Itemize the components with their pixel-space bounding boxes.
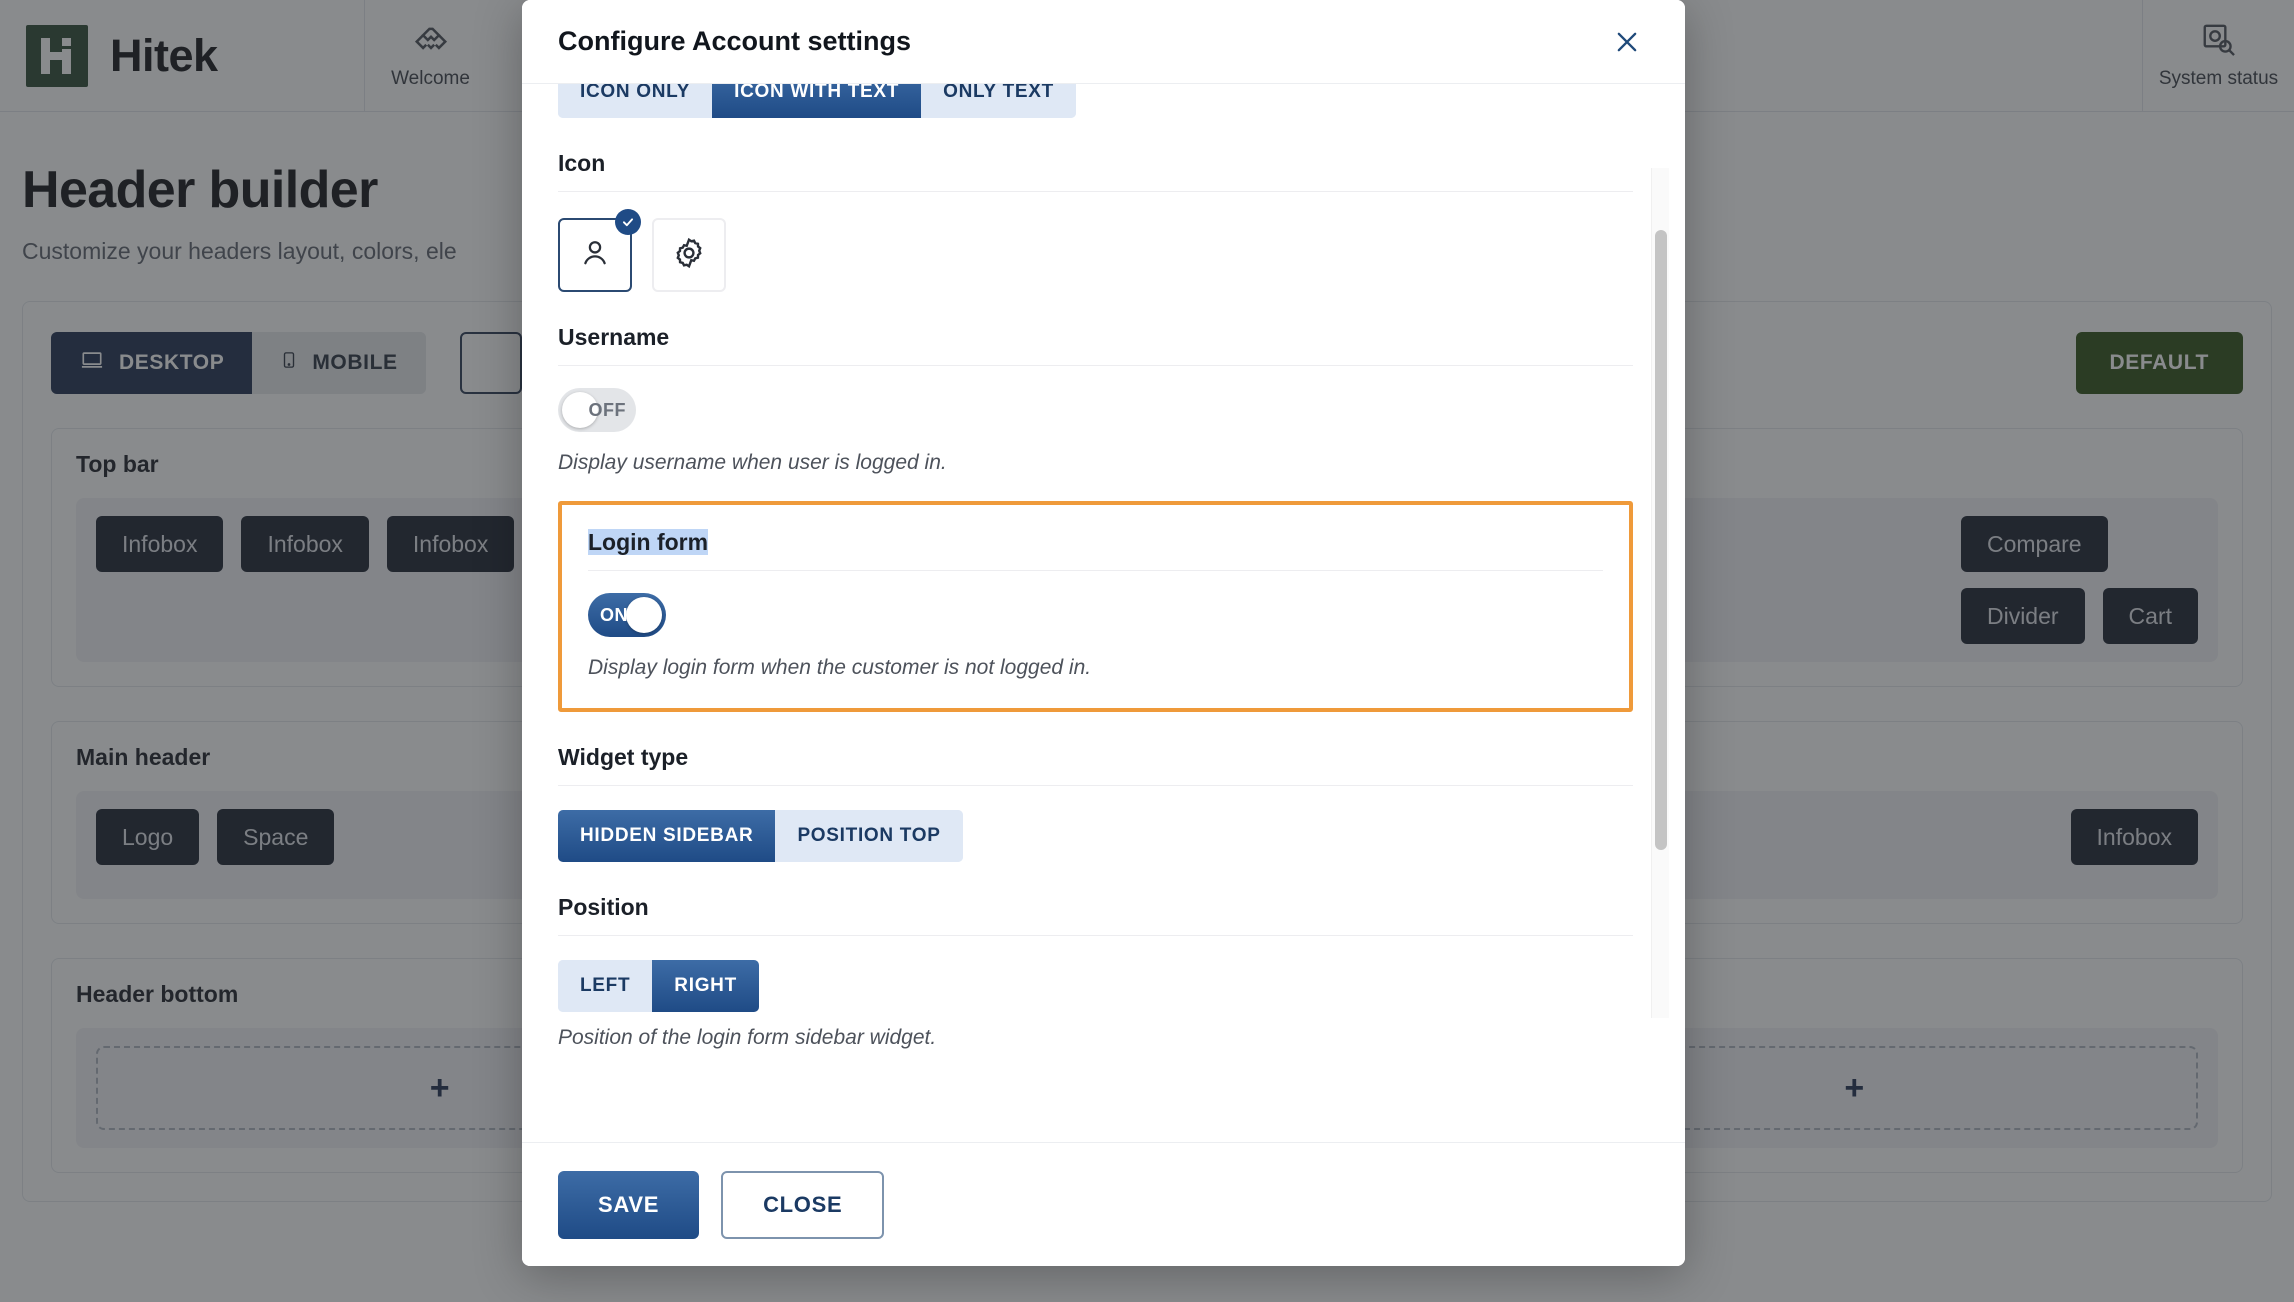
- option-icon-only[interactable]: ICON ONLY: [558, 84, 713, 118]
- user-icon: [578, 236, 612, 275]
- field-help: Position of the login form sidebar widge…: [558, 1026, 937, 1049]
- modal-title: Configure Account settings: [558, 26, 912, 56]
- position-options: LEFT RIGHT: [558, 960, 1633, 1012]
- field-divider: [588, 570, 1603, 571]
- field-position: Position LEFT RIGHT Position of the logi…: [558, 894, 1633, 1050]
- widget-type-options: HIDDEN SIDEBAR POSITION TOP: [558, 810, 1633, 862]
- modal-scrollbar[interactable]: [1651, 168, 1669, 1018]
- option-left[interactable]: LEFT: [558, 960, 653, 1012]
- option-position-top[interactable]: POSITION TOP: [775, 810, 963, 862]
- close-icon[interactable]: [1605, 20, 1649, 64]
- field-divider: [558, 191, 1633, 192]
- gear-icon: [672, 236, 706, 275]
- toggle-state-label: ON: [600, 604, 628, 625]
- login-form-highlight: Login form ON Display login form when th…: [558, 501, 1633, 712]
- field-label: Widget type: [558, 744, 689, 770]
- icon-choice-gear[interactable]: [652, 218, 726, 292]
- check-icon: [615, 209, 641, 235]
- scrollbar-thumb[interactable]: [1655, 230, 1667, 850]
- field-help: Display username when user is logged in.: [558, 451, 947, 474]
- icon-choice-user[interactable]: [558, 209, 641, 292]
- configure-account-settings-modal: Configure Account settings ICON ONLY ICO…: [522, 0, 1685, 1266]
- modal-scroll-content: ICON ONLY ICON WITH TEXT ONLY TEXT Icon: [558, 84, 1633, 1142]
- field-help: Display login form when the customer is …: [588, 656, 1092, 679]
- option-right[interactable]: RIGHT: [652, 960, 759, 1012]
- field-label: Icon: [558, 150, 606, 176]
- field-username: Username OFF Display username when user …: [558, 324, 1633, 475]
- field-label: Position: [558, 894, 649, 920]
- toggle-knob: [626, 597, 662, 633]
- field-label: Login form: [588, 529, 1603, 556]
- modal-header: Configure Account settings: [522, 0, 1685, 84]
- login-form-toggle[interactable]: ON: [588, 593, 666, 637]
- toggle-state-label: OFF: [588, 399, 626, 420]
- option-hidden-sidebar[interactable]: HIDDEN SIDEBAR: [558, 810, 776, 862]
- field-divider: [558, 365, 1633, 366]
- field-icon: Icon: [558, 150, 1633, 292]
- modal-footer: SAVE CLOSE: [522, 1142, 1685, 1266]
- field-divider: [558, 935, 1633, 936]
- field-label: Username: [558, 324, 670, 350]
- username-toggle[interactable]: OFF: [558, 388, 636, 432]
- option-icon-with-text[interactable]: ICON WITH TEXT: [712, 84, 922, 118]
- save-button[interactable]: SAVE: [558, 1170, 700, 1239]
- field-label-text: Login form: [588, 529, 709, 555]
- field-widget-type: Widget type HIDDEN SIDEBAR POSITION TOP: [558, 744, 1633, 862]
- close-button[interactable]: CLOSE: [721, 1170, 885, 1239]
- field-login-form: Login form ON Display login form when th…: [588, 529, 1603, 680]
- display-mode-options: ICON ONLY ICON WITH TEXT ONLY TEXT: [558, 84, 1633, 118]
- field-divider: [558, 785, 1633, 786]
- option-only-text[interactable]: ONLY TEXT: [921, 84, 1076, 118]
- icon-choices: [558, 209, 1633, 292]
- modal-body: ICON ONLY ICON WITH TEXT ONLY TEXT Icon: [522, 84, 1685, 1142]
